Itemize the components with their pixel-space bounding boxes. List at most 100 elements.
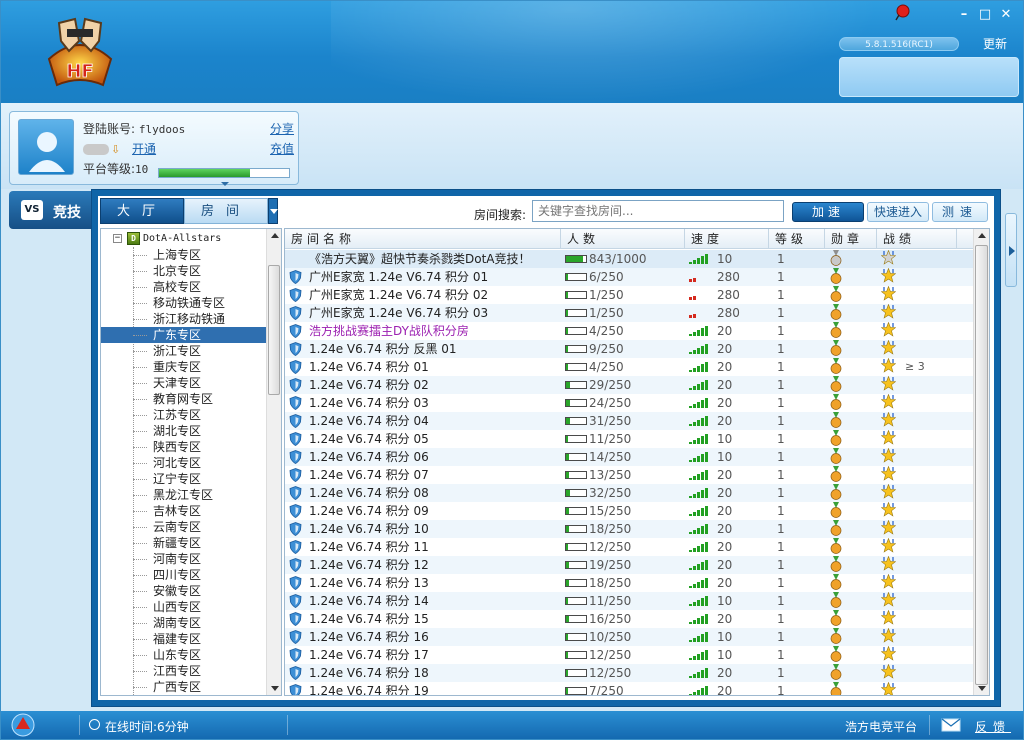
table-row[interactable]: 1.24e V6.74 积分 02 29/250 20 1	[285, 375, 973, 394]
search-label: 房间搜索:	[474, 208, 527, 222]
table-row[interactable]: 广州E家宽 1.24e V6.74 积分 02 1/250 280 1	[285, 285, 973, 304]
speed-cell: 10	[687, 448, 765, 466]
tree-item[interactable]: 湖北专区	[101, 423, 269, 439]
table-row[interactable]: 1.24e V6.74 积分 17 12/250 10 1	[285, 645, 973, 664]
tree-item[interactable]: 广东专区	[101, 327, 269, 343]
tree-item[interactable]: 上海专区	[101, 247, 269, 263]
avatar[interactable]	[18, 119, 74, 175]
table-row[interactable]: 广州E家宽 1.24e V6.74 积分 03 1/250 280 1	[285, 303, 973, 322]
tab-dropdown-icon[interactable]	[268, 198, 278, 224]
column-header-people[interactable]: 人数	[561, 229, 685, 249]
tree-item[interactable]: 浙江专区	[101, 343, 269, 359]
update-button[interactable]: 更新	[983, 35, 1007, 52]
table-row[interactable]: 1.24e V6.74 积分 04 31/250 20 1	[285, 411, 973, 430]
tree-item[interactable]: 重庆专区	[101, 359, 269, 375]
table-row[interactable]: 1.24e V6.74 积分 08 32/250 20 1	[285, 483, 973, 502]
tab-hall[interactable]: 大厅	[100, 198, 184, 224]
tree-item[interactable]: 江苏专区	[101, 407, 269, 423]
table-row[interactable]: 1.24e V6.74 积分 18 12/250 20 1	[285, 663, 973, 682]
tree-item[interactable]: 安徽专区	[101, 583, 269, 599]
expand-arrow-icon[interactable]	[221, 182, 229, 186]
table-row[interactable]: 1.24e V6.74 积分 03 24/250 20 1	[285, 393, 973, 412]
vip-open-link[interactable]: 开通	[132, 142, 156, 156]
table-row[interactable]: 1.24e V6.74 积分 13 18/250 20 1	[285, 573, 973, 592]
nav-compete[interactable]: VS 竞技	[9, 191, 91, 229]
quick-enter-button[interactable]: 快速进入	[867, 202, 929, 222]
share-link[interactable]: 分享	[270, 120, 294, 137]
record-cell	[880, 249, 941, 268]
mail-icon[interactable]	[941, 717, 961, 733]
tree-scrollbar[interactable]	[266, 229, 281, 695]
recharge-link[interactable]: 充值	[270, 140, 294, 157]
table-row[interactable]: 1.24e V6.74 积分 06 14/250 10 1	[285, 447, 973, 466]
table-row[interactable]: 1.24e V6.74 积分 09 15/250 20 1	[285, 501, 973, 520]
people-count: 11/250	[589, 432, 632, 446]
tree-item[interactable]: 浙江移动铁通	[101, 311, 269, 327]
column-header-name[interactable]: 房间名称	[285, 229, 561, 249]
tree-root[interactable]: − D DotA-Allstars	[101, 231, 271, 247]
tree-item[interactable]: 四川专区	[101, 567, 269, 583]
tree-item[interactable]: 教育网专区	[101, 391, 269, 407]
table-row[interactable]: 《浩方天翼》超快节奏杀戮类DotA竞技！ 843/1000 10 1	[285, 249, 973, 268]
accelerate-button[interactable]: 加速	[792, 202, 864, 222]
table-row[interactable]: 1.24e V6.74 积分 05 11/250 10 1	[285, 429, 973, 448]
tree-item[interactable]: 河北专区	[101, 455, 269, 471]
occupancy-fill	[566, 670, 569, 676]
tree-item[interactable]: 新疆专区	[101, 535, 269, 551]
table-row[interactable]: 1.24e V6.74 积分 14 11/250 10 1	[285, 591, 973, 610]
record-cell	[880, 555, 941, 574]
tree-item[interactable]: 移动铁通专区	[101, 295, 269, 311]
table-row[interactable]: 1.24e V6.74 积分 07 13/250 20 1	[285, 465, 973, 484]
speed-value: 20	[717, 360, 733, 374]
close-button[interactable]: ✕	[997, 7, 1015, 23]
table-row[interactable]: 1.24e V6.74 积分 01 4/250 20 1 ≥ 3	[285, 357, 973, 376]
table-row[interactable]: 1.24e V6.74 积分 反黑 01 9/250 20 1	[285, 339, 973, 358]
record-cell	[880, 645, 941, 664]
maximize-button[interactable]: □	[976, 7, 994, 23]
tree-item[interactable]: 高校专区	[101, 279, 269, 295]
tree-item[interactable]: 江西专区	[101, 663, 269, 679]
tree-item[interactable]: 湖南专区	[101, 615, 269, 631]
tree-item[interactable]: 陕西专区	[101, 439, 269, 455]
balloon-icon[interactable]	[893, 4, 911, 22]
tree-item[interactable]: 山东专区	[101, 647, 269, 663]
room-search-input[interactable]	[532, 200, 784, 222]
tree-item[interactable]: 福建专区	[101, 631, 269, 647]
tree-scroll-thumb[interactable]	[268, 265, 280, 395]
column-header-speed[interactable]: 速度	[685, 229, 769, 249]
tree-item[interactable]: 北京专区	[101, 263, 269, 279]
collapse-right-tab[interactable]	[1005, 213, 1017, 287]
column-header-medal[interactable]: 勋章	[825, 229, 877, 249]
tree-item[interactable]: 河南专区	[101, 551, 269, 567]
table-scrollbar[interactable]	[973, 229, 989, 695]
table-row[interactable]: 1.24e V6.74 积分 11 12/250 20 1	[285, 537, 973, 556]
table-row[interactable]: 浩方挑战赛擂主DY战队积分房 4/250 20 1	[285, 321, 973, 340]
tree-item[interactable]: 山西专区	[101, 599, 269, 615]
scroll-down-icon[interactable]	[271, 686, 279, 691]
table-row[interactable]: 1.24e V6.74 积分 10 18/250 20 1	[285, 519, 973, 538]
tab-room[interactable]: 房间	[184, 198, 268, 224]
scroll-up-icon[interactable]	[271, 233, 279, 238]
tree-item[interactable]: 天津专区	[101, 375, 269, 391]
scroll-down-icon[interactable]	[978, 686, 986, 691]
tree-item[interactable]: 吉林专区	[101, 503, 269, 519]
tree-item[interactable]: 黑龙江专区	[101, 487, 269, 503]
table-row[interactable]: 1.24e V6.74 积分 15 16/250 20 1	[285, 609, 973, 628]
scroll-up-icon[interactable]	[978, 233, 986, 238]
table-scroll-thumb[interactable]	[975, 245, 988, 685]
column-header-record[interactable]: 战绩	[877, 229, 957, 249]
speed-test-button[interactable]: 测速	[932, 202, 988, 222]
feedback-link[interactable]: 反馈	[975, 718, 1011, 735]
table-row[interactable]: 广州E家宽 1.24e V6.74 积分 01 6/250 280 1	[285, 267, 973, 286]
table-row[interactable]: 1.24e V6.74 积分 16 10/250 10 1	[285, 627, 973, 646]
gold-medal-icon	[830, 520, 842, 536]
tree-item[interactable]: 广西专区	[101, 679, 269, 695]
collapse-toggle-icon[interactable]: −	[113, 234, 122, 243]
minimize-button[interactable]: –	[955, 7, 973, 23]
table-row[interactable]: 1.24e V6.74 积分 19 7/250 20 1	[285, 681, 973, 695]
column-header-level[interactable]: 等级	[769, 229, 825, 249]
start-logo-icon[interactable]	[3, 711, 43, 739]
tree-item[interactable]: 云南专区	[101, 519, 269, 535]
table-row[interactable]: 1.24e V6.74 积分 12 19/250 20 1	[285, 555, 973, 574]
tree-item[interactable]: 辽宁专区	[101, 471, 269, 487]
